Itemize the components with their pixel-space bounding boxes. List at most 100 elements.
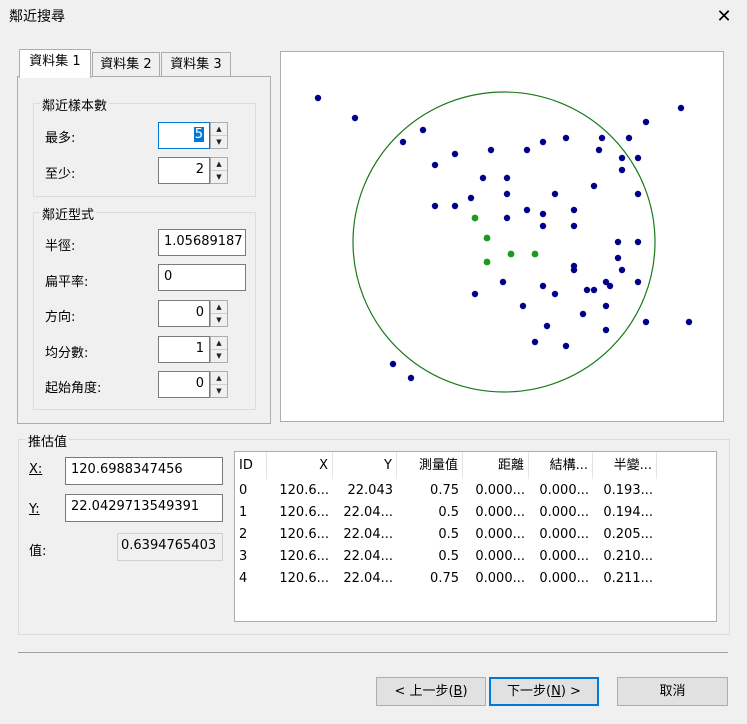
min-neighbors-spinner[interactable]: ▲ ▼ — [210, 157, 228, 184]
divisions-input[interactable]: 1 — [158, 336, 210, 363]
sample-point — [562, 342, 570, 350]
neighborhood-preview[interactable] — [280, 51, 724, 422]
divisions-label: 均分數: — [45, 346, 89, 361]
start-angle-input[interactable]: 0 — [158, 371, 210, 398]
table-cell[interactable]: 0.000... — [529, 546, 593, 568]
table-cell[interactable]: 120.6... — [267, 524, 333, 546]
spin-up-icon[interactable]: ▲ — [211, 158, 227, 171]
column-header-distance[interactable]: 距離 — [463, 452, 529, 479]
table-cell[interactable]: 120.6... — [267, 502, 333, 524]
sample-point — [602, 302, 610, 310]
table-cell[interactable]: 0.205... — [593, 524, 657, 546]
sample-point — [618, 166, 626, 174]
column-header-measured[interactable]: 測量值 — [397, 452, 463, 479]
x-input[interactable]: 120.6988347456 — [65, 457, 223, 485]
table-cell[interactable]: 22.04... — [333, 568, 397, 590]
preview-svg — [314, 91, 693, 393]
estimate-group-label: 推估值 — [26, 431, 70, 450]
sample-point — [351, 114, 359, 122]
table-cell[interactable]: 0.000... — [529, 568, 593, 590]
min-neighbors-input[interactable]: 2 — [158, 157, 210, 184]
table-cell[interactable]: 0 — [235, 480, 267, 502]
direction-label: 方向: — [45, 310, 76, 325]
table-cell[interactable]: 0.000... — [463, 546, 529, 568]
table-cell[interactable]: 22.04... — [333, 524, 397, 546]
sample-point — [503, 214, 511, 222]
spin-down-icon[interactable]: ▼ — [211, 314, 227, 327]
cancel-button[interactable]: 取消 — [617, 677, 728, 706]
table-cell[interactable]: 120.6... — [267, 568, 333, 590]
sample-point — [583, 286, 591, 294]
table-cell[interactable]: 0.211... — [593, 568, 657, 590]
sample-point — [562, 134, 570, 142]
sample-point — [431, 202, 439, 210]
table-cell[interactable]: 0.210... — [593, 546, 657, 568]
sample-point — [634, 190, 642, 198]
table-cell[interactable]: 22.04... — [333, 546, 397, 568]
close-icon[interactable]: ✕ — [712, 6, 736, 28]
divisions-spinner[interactable]: ▲ ▼ — [210, 336, 228, 363]
back-button[interactable]: < 上一步(B) — [376, 677, 486, 706]
direction-spinner[interactable]: ▲ ▼ — [210, 300, 228, 327]
tab-dataset-2[interactable]: 資料集 2 — [92, 52, 160, 77]
tab-dataset-1[interactable]: 資料集 1 — [19, 49, 91, 78]
sample-point — [685, 318, 693, 326]
table-cell[interactable]: 0.193... — [593, 480, 657, 502]
sample-point — [551, 190, 559, 198]
start-angle-label: 起始角度: — [45, 381, 102, 396]
spin-up-icon[interactable]: ▲ — [211, 301, 227, 314]
next-button[interactable]: 下一步(N) > — [489, 677, 599, 706]
sample-point — [595, 146, 603, 154]
spin-down-icon[interactable]: ▼ — [211, 171, 227, 184]
spin-down-icon[interactable]: ▼ — [211, 136, 227, 149]
table-cell[interactable]: 0.000... — [463, 568, 529, 590]
table-cell[interactable]: 22.043 — [333, 480, 397, 502]
table-cell[interactable]: 0.000... — [463, 502, 529, 524]
y-input[interactable]: 22.0429713549391 — [65, 494, 223, 522]
table-cell[interactable]: 0.194... — [593, 502, 657, 524]
table-cell[interactable]: 0.000... — [529, 524, 593, 546]
table-cell[interactable]: 0.75 — [397, 568, 463, 590]
table-cell[interactable]: 0.75 — [397, 480, 463, 502]
table-cell[interactable]: 1 — [235, 502, 267, 524]
radius-input[interactable]: 1.05689187 — [158, 229, 246, 256]
tab-dataset-3[interactable]: 資料集 3 — [161, 52, 231, 77]
table-cell[interactable]: 0.000... — [529, 480, 593, 502]
neighbors-table[interactable]: ID X Y 測量值 距離 結構... 半變... 0 120.6... 22.04… — [234, 451, 717, 622]
spin-down-icon[interactable]: ▼ — [211, 350, 227, 363]
spin-up-icon[interactable]: ▲ — [211, 372, 227, 385]
table-cell[interactable]: 22.04... — [333, 502, 397, 524]
start-angle-spinner[interactable]: ▲ ▼ — [210, 371, 228, 398]
table-cell[interactable]: 2 — [235, 524, 267, 546]
column-header-id[interactable]: ID — [235, 452, 267, 479]
spin-up-icon[interactable]: ▲ — [211, 337, 227, 350]
spin-down-icon[interactable]: ▼ — [211, 385, 227, 398]
max-neighbors-input[interactable]: 5 — [158, 122, 210, 149]
flattening-input[interactable]: 0 — [158, 264, 246, 291]
column-header-y[interactable]: Y — [333, 452, 397, 479]
table-cell[interactable]: 4 — [235, 568, 267, 590]
sample-point — [451, 150, 459, 158]
column-header-x[interactable]: X — [267, 452, 333, 479]
table-cell[interactable]: 120.6... — [267, 480, 333, 502]
column-header-semivariance[interactable]: 半變... — [593, 452, 657, 479]
sample-point — [503, 190, 511, 198]
sample-point — [539, 282, 547, 290]
sample-point — [598, 134, 606, 142]
value-label: 值: — [29, 544, 47, 559]
column-header-structure[interactable]: 結構... — [529, 452, 593, 479]
table-cell[interactable]: 0.5 — [397, 546, 463, 568]
table-cell[interactable]: 0.5 — [397, 502, 463, 524]
spin-up-icon[interactable]: ▲ — [211, 123, 227, 136]
table-cell[interactable]: 3 — [235, 546, 267, 568]
max-neighbors-spinner[interactable]: ▲ ▼ — [210, 122, 228, 149]
direction-input[interactable]: 0 — [158, 300, 210, 327]
table-cell[interactable]: 0.000... — [463, 524, 529, 546]
sample-point — [407, 374, 415, 382]
table-cell[interactable]: 120.6... — [267, 546, 333, 568]
table-cell[interactable]: 0.000... — [463, 480, 529, 502]
radius-label: 半徑: — [45, 239, 76, 254]
x-label: X: — [29, 462, 43, 477]
table-cell[interactable]: 0.000... — [529, 502, 593, 524]
table-cell[interactable]: 0.5 — [397, 524, 463, 546]
